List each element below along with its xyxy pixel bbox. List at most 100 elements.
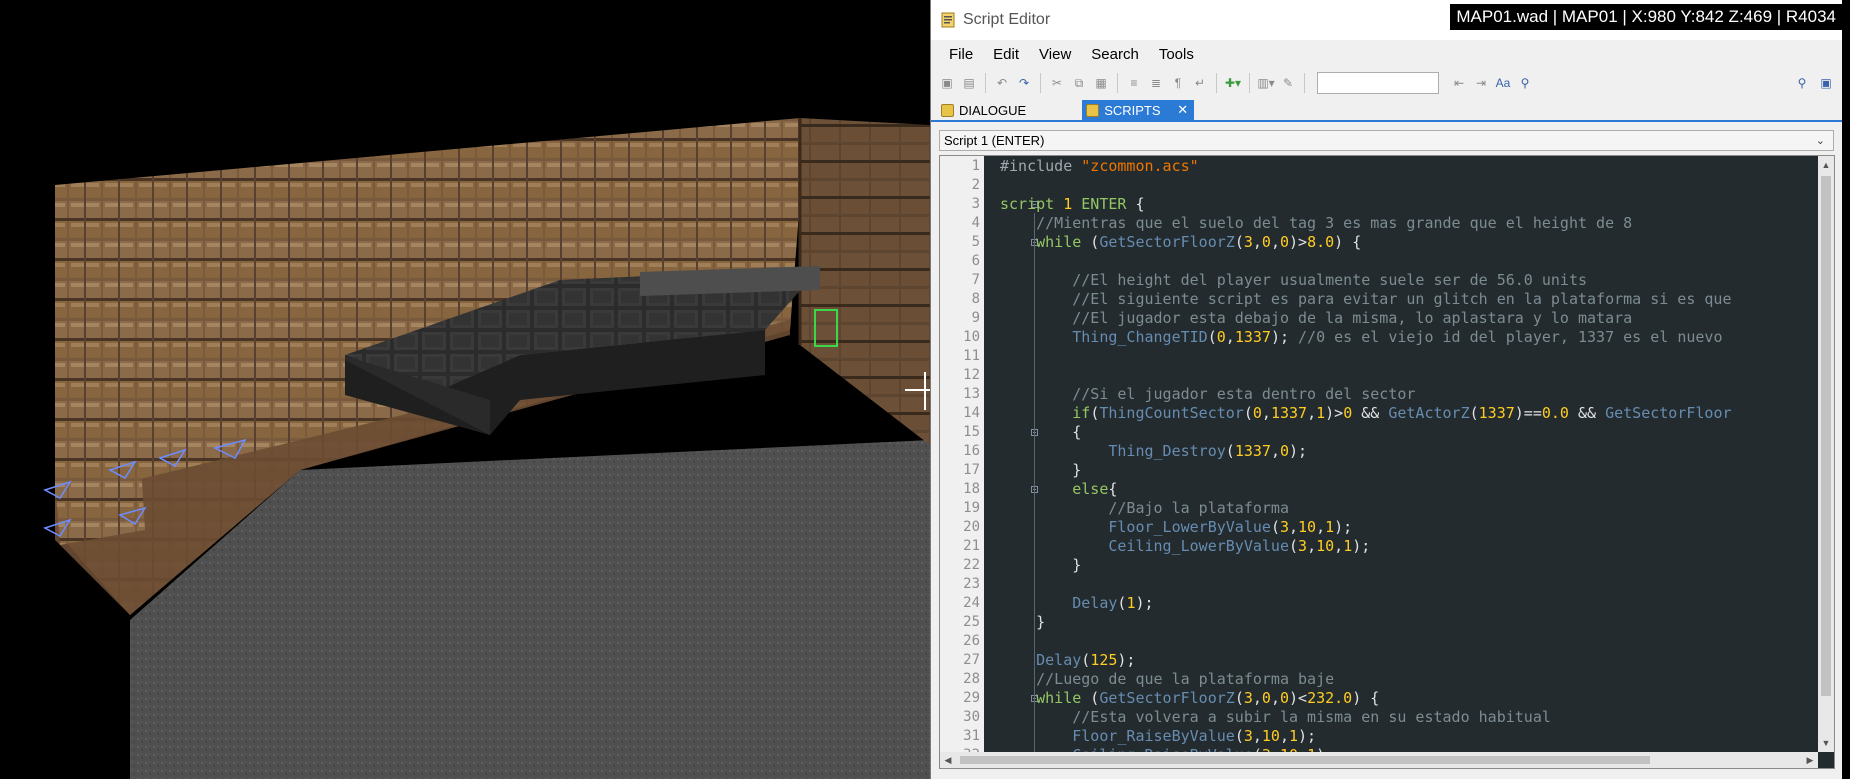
script-editor-window[interactable]: Script Editor File Edit View Search Tool… xyxy=(930,0,1842,779)
scroll-up-icon[interactable]: ▲ xyxy=(1818,156,1834,174)
code-line[interactable]: } xyxy=(1000,613,1045,632)
code-line[interactable]: } xyxy=(1000,556,1081,575)
code-line[interactable]: Floor_LowerByValue(3,10,1); xyxy=(1000,518,1352,537)
window-title: Script Editor xyxy=(963,11,1051,28)
menu-search[interactable]: Search xyxy=(1081,43,1149,66)
line-number: 5 xyxy=(971,234,980,250)
find-previous-icon[interactable]: ⇤ xyxy=(1449,73,1469,93)
chevron-down-icon: ⌄ xyxy=(1815,135,1825,147)
scroll-thumb[interactable] xyxy=(960,756,1650,764)
code-line[interactable]: #include "zcommon.acs" xyxy=(1000,157,1199,176)
scroll-thumb[interactable] xyxy=(1821,176,1831,696)
match-case-icon[interactable]: Aa xyxy=(1493,73,1513,93)
code-line[interactable]: script 1 ENTER { xyxy=(1000,195,1145,214)
3d-viewport[interactable] xyxy=(0,0,930,779)
menu-view[interactable]: View xyxy=(1029,43,1081,66)
line-number: 3 xyxy=(971,196,980,212)
scroll-down-icon[interactable]: ▼ xyxy=(1818,734,1834,752)
script-editor-icon xyxy=(941,12,955,28)
script-selector-dropdown[interactable]: Script 1 (ENTER) ⌄ xyxy=(939,130,1834,151)
code-line[interactable]: Thing_ChangeTID(0,1337); //0 es el viejo… xyxy=(1000,328,1722,347)
insert-snippet-icon[interactable]: ✚▾ xyxy=(1223,73,1243,93)
scroll-left-icon[interactable]: ◀ xyxy=(940,752,956,768)
horizontal-scrollbar[interactable]: ◀ ▶ xyxy=(940,752,1818,768)
copy-icon[interactable]: ⧉ xyxy=(1069,73,1089,93)
toolbar-divider xyxy=(1117,73,1118,93)
menu-edit[interactable]: Edit xyxy=(983,43,1029,66)
line-number: 22 xyxy=(963,557,980,573)
save-icon[interactable]: ▣ xyxy=(937,73,957,93)
line-number: 2 xyxy=(971,177,980,193)
code-line[interactable]: { xyxy=(1000,423,1081,442)
wrap-icon[interactable]: ↵ xyxy=(1190,73,1210,93)
find-next-icon[interactable]: ⇥ xyxy=(1471,73,1491,93)
script-selector-value: Script 1 (ENTER) xyxy=(944,133,1045,148)
line-number: 12 xyxy=(963,367,980,383)
toolbar-divider xyxy=(1216,73,1217,93)
scroll-right-icon[interactable]: ▶ xyxy=(1802,752,1818,768)
code-line[interactable]: //El siguiente script es para evitar un … xyxy=(1000,290,1731,309)
redo-icon[interactable]: ↷ xyxy=(1014,73,1034,93)
code-line[interactable]: //Bajo la plataforma xyxy=(1000,499,1289,518)
undo-icon[interactable]: ↶ xyxy=(992,73,1012,93)
line-number: 7 xyxy=(971,272,980,288)
3d-scene xyxy=(43,118,930,779)
line-number: 16 xyxy=(963,443,980,459)
tab-label: DIALOGUE xyxy=(959,102,1027,118)
code-line[interactable]: if(ThingCountSector(0,1337,1)>0 && GetAc… xyxy=(1000,404,1731,423)
vertical-scrollbar[interactable]: ▲ ▼ xyxy=(1818,156,1834,752)
line-number: 13 xyxy=(963,386,980,402)
line-number: 31 xyxy=(963,728,980,744)
code-line[interactable]: } xyxy=(1000,461,1081,480)
close-icon[interactable]: ✕ xyxy=(1177,102,1188,118)
menu-bar: File Edit View Search Tools xyxy=(931,40,1842,68)
code-line[interactable]: Delay(1); xyxy=(1000,594,1153,613)
indent-icon[interactable]: ≡ xyxy=(1124,73,1144,93)
outdent-icon[interactable]: ≣ xyxy=(1146,73,1166,93)
search-input[interactable] xyxy=(1317,72,1439,94)
save-all-icon[interactable]: ▤ xyxy=(959,73,979,93)
code-line[interactable]: //Luego de que la plataforma baje xyxy=(1000,670,1334,689)
toolbar: ▣ ▤ ↶ ↷ ✂ ⧉ ▦ ≡ ≣ ¶ ↵ ✚▾ ▥▾ ✎ ⇤ ⇥ Aa ⚲ ⚲… xyxy=(931,68,1842,98)
code-line[interactable]: Floor_RaiseByValue(3,10,1); xyxy=(1000,727,1316,746)
paste-icon[interactable]: ▦ xyxy=(1091,73,1111,93)
tab-label: SCRIPTS xyxy=(1104,102,1161,118)
line-number: 4 xyxy=(971,215,980,231)
line-number: 1 xyxy=(971,158,980,174)
code-line[interactable]: while (GetSectorFloorZ(3,0,0)<232.0) { xyxy=(1000,689,1379,708)
find-replace-icon[interactable]: ⚲ xyxy=(1515,73,1535,93)
search-icon[interactable]: ⚲ xyxy=(1792,73,1812,93)
compile-icon[interactable]: ▥▾ xyxy=(1256,73,1276,93)
code-line[interactable]: while (GetSectorFloorZ(3,0,0)>8.0) { xyxy=(1000,233,1361,252)
code-line[interactable]: Ceiling_LowerByValue(3,10,1); xyxy=(1000,537,1370,556)
help-icon[interactable]: ▣ xyxy=(1816,73,1836,93)
line-number: 15 xyxy=(963,424,980,440)
line-number: 18 xyxy=(963,481,980,497)
code-line[interactable]: else{ xyxy=(1000,480,1117,499)
line-number: 28 xyxy=(963,671,980,687)
line-number: 11 xyxy=(963,348,980,364)
code-line[interactable]: //El jugador esta debajo de la misma, lo… xyxy=(1000,309,1632,328)
tab-scripts[interactable]: SCRIPTS ✕ xyxy=(1082,100,1195,120)
tab-dialogue[interactable]: DIALOGUE xyxy=(937,100,1034,120)
code-line[interactable]: //El height del player usualmente suele … xyxy=(1000,271,1587,290)
line-number: 17 xyxy=(963,462,980,478)
fold-margin[interactable] xyxy=(984,156,1038,764)
line-number: 14 xyxy=(963,405,980,421)
lump-icon xyxy=(1086,103,1100,117)
code-line[interactable]: Delay(125); xyxy=(1000,651,1135,670)
code-line[interactable]: Thing_Destroy(1337,0); xyxy=(1000,442,1307,461)
code-line[interactable]: //Esta volvera a subir la misma en su es… xyxy=(1000,708,1551,727)
code-line[interactable]: //Mientras que el suelo del tag 3 es mas… xyxy=(1000,214,1632,233)
menu-file[interactable]: File xyxy=(939,43,983,66)
line-number: 30 xyxy=(963,709,980,725)
line-number: 26 xyxy=(963,633,980,649)
code-editor[interactable]: 1 2 3 4 5 6 7 8 9 10 11 12 13 14 15 16 17 18 19 20 21 22 23 24 2… xyxy=(939,155,1835,769)
show-whitespace-icon[interactable]: ¶ xyxy=(1168,73,1188,93)
line-number-gutter: 1 2 3 4 5 6 7 8 9 10 11 12 13 14 15 16 17 18 19 20 21 22 23 24 2… xyxy=(940,156,984,763)
script-settings-icon[interactable]: ✎ xyxy=(1278,73,1298,93)
code-line[interactable]: //Si el jugador esta dentro del sector xyxy=(1000,385,1415,404)
line-number: 19 xyxy=(963,500,980,516)
menu-tools[interactable]: Tools xyxy=(1149,43,1204,66)
cut-icon[interactable]: ✂ xyxy=(1047,73,1067,93)
